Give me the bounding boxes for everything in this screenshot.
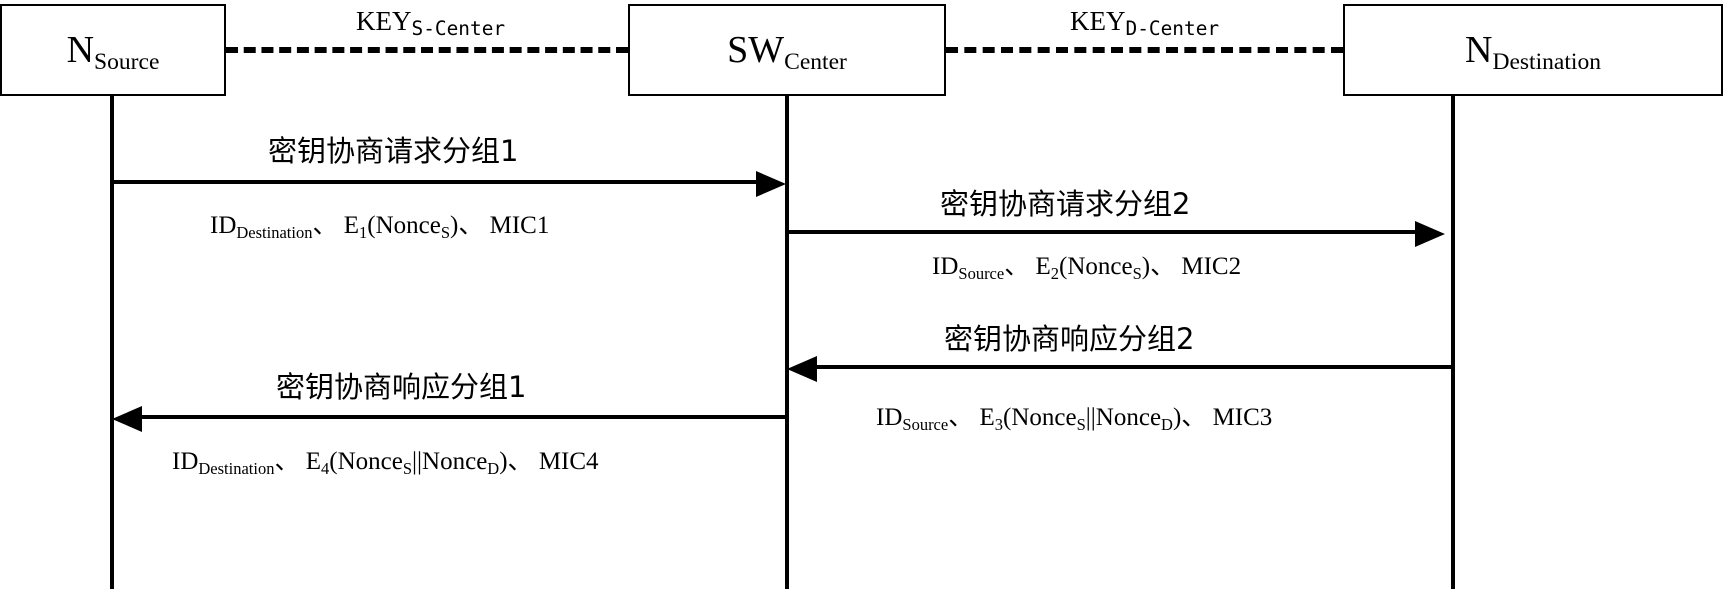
message-detail-2: IDSource、 E2(NonceS)、 MIC2: [932, 253, 1242, 283]
lifeline-center: [785, 96, 789, 589]
lifeline-destination: [1451, 96, 1455, 589]
arrowhead-right-icon-2: [1415, 221, 1445, 247]
message-title-2: 密钥协商请求分组2: [940, 187, 1191, 221]
message-detail-1: IDDestination、 E1(NonceS)、 MIC1: [210, 212, 550, 242]
message-detail-4: IDDestination、 E4(NonceS||NonceD)、 MIC4: [172, 448, 599, 478]
message-arrow-line-2: [787, 230, 1417, 234]
node-box-source: NSource: [0, 4, 226, 96]
node-box-center: SWCenter: [628, 4, 946, 96]
arrowhead-left-icon-4: [112, 406, 142, 432]
message-title-4: 密钥协商响应分组1: [276, 370, 527, 404]
lifeline-source: [110, 96, 114, 589]
node-label-source: NSource: [66, 29, 160, 75]
node-box-destination: NDestination: [1343, 4, 1723, 96]
node-label-center: SWCenter: [727, 29, 847, 75]
message-arrow-line-1: [112, 180, 758, 184]
arrowhead-right-icon-1: [756, 171, 786, 197]
message-title-1: 密钥协商请求分组1: [268, 134, 519, 168]
key-link-destination-center: [946, 47, 1343, 53]
key-link-source-center: [226, 47, 628, 53]
message-arrow-line-3: [817, 365, 1453, 369]
key-link-label-destination-center: KEYD-Center: [1070, 6, 1220, 41]
arrowhead-left-icon-3: [787, 356, 817, 382]
sequence-diagram-canvas: NSource SWCenter NDestination KEYS-Cente…: [0, 0, 1723, 589]
message-title-3: 密钥协商响应分组2: [944, 322, 1195, 356]
message-detail-3: IDSource、 E3(NonceS||NonceD)、 MIC3: [876, 404, 1273, 434]
key-link-label-source-center: KEYS-Center: [356, 6, 506, 41]
node-label-destination: NDestination: [1464, 29, 1601, 75]
message-arrow-line-4: [142, 415, 787, 419]
